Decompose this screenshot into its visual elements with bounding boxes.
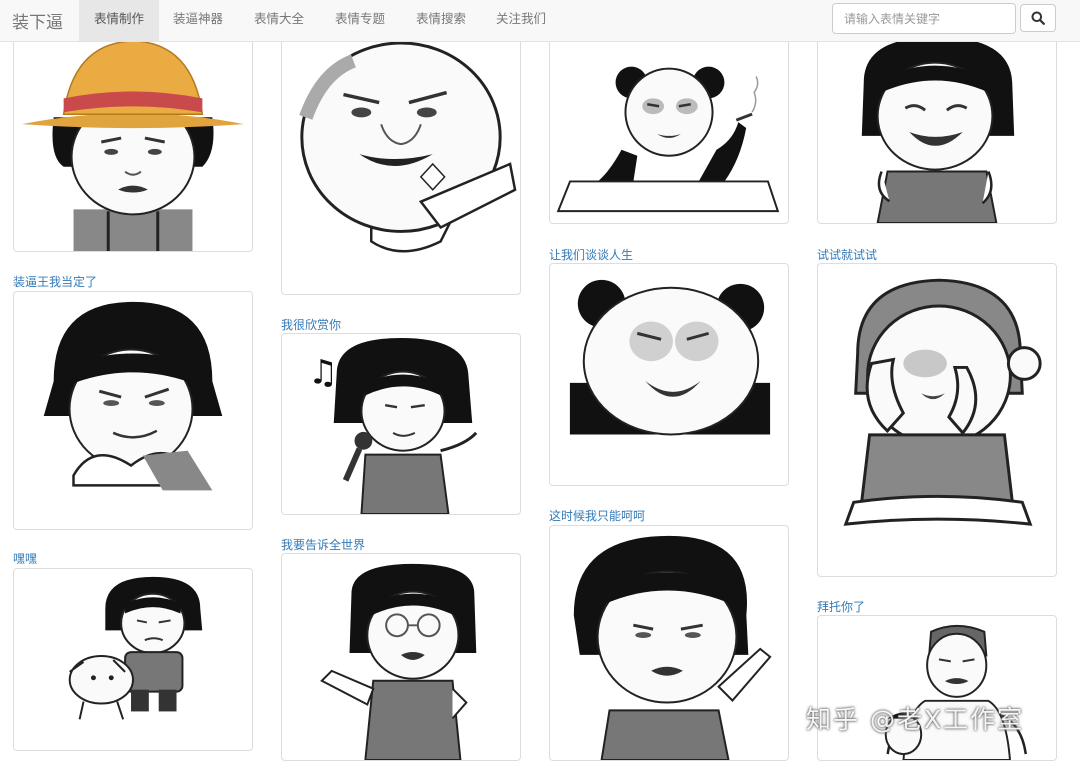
meme-caption[interactable]: 装逼王我当定了 (13, 273, 97, 290)
meme-card-laughing-panda[interactable] (549, 263, 789, 486)
pointing-meme-image (573, 535, 772, 760)
meme-caption[interactable]: 嘿嘿 (13, 550, 37, 567)
meme-card-round-face[interactable] (281, 32, 521, 295)
meme-caption[interactable]: 我要告诉全世界 (281, 536, 365, 553)
meme-card-straw-hat[interactable] (13, 32, 253, 252)
navbar: 装下逼 表情制作 装逼神器 表情大全 表情专题 表情搜索 关注我们 (0, 0, 1080, 42)
nav-item-follow-us[interactable]: 关注我们 (496, 0, 546, 41)
meme-card-singing[interactable]: ♫ (281, 333, 521, 515)
nav-item-tools[interactable]: 装逼神器 (173, 0, 223, 41)
mohawk-meme-image (884, 624, 1027, 760)
round-face-meme-image (299, 41, 517, 253)
svg-text:♫: ♫ (308, 352, 338, 391)
search-button[interactable] (1020, 4, 1056, 32)
cover-face-meme-image (843, 278, 1042, 526)
meme-caption[interactable]: 让我们谈谈人生 (549, 246, 633, 263)
nav-item-collection[interactable]: 表情大全 (254, 0, 304, 41)
smug-meme-image (43, 301, 223, 491)
meme-card-pointing[interactable] (549, 525, 789, 761)
meme-card-crying[interactable] (817, 32, 1057, 224)
nav-item-topics[interactable]: 表情专题 (335, 0, 385, 41)
laughing-panda-meme-image (569, 279, 771, 436)
search-icon (1031, 11, 1045, 25)
search-input[interactable] (832, 3, 1016, 34)
meme-card-glasses[interactable] (281, 553, 521, 761)
nav-item-search[interactable]: 表情搜索 (416, 0, 466, 41)
nav-item-emoticon-maker[interactable]: 表情制作 (79, 0, 159, 41)
zhihu-watermark: 知乎 @老X工作室 (806, 705, 1025, 734)
meme-caption[interactable]: 我很欣赏你 (281, 316, 341, 333)
puppy-meme-image (68, 576, 203, 720)
glasses-meme-image (320, 563, 477, 760)
meme-card-smug[interactable] (13, 291, 253, 530)
meme-caption[interactable]: 试试就试试 (817, 246, 877, 263)
meme-card-panda-smoking[interactable] (549, 32, 789, 224)
meme-card-cover-face[interactable] (817, 263, 1057, 577)
site-brand[interactable]: 装下逼 (12, 8, 63, 33)
crying-meme-image (861, 36, 1015, 223)
meme-card-mohawk[interactable] (817, 615, 1057, 761)
singing-meme-image: ♫ (308, 337, 478, 514)
panda-smoking-meme-image (556, 66, 780, 213)
straw-hat-meme-image (22, 40, 244, 251)
meme-card-puppy[interactable] (13, 568, 253, 751)
meme-caption[interactable]: 拜托你了 (817, 598, 865, 615)
meme-caption[interactable]: 这时候我只能呵呵 (549, 507, 645, 524)
